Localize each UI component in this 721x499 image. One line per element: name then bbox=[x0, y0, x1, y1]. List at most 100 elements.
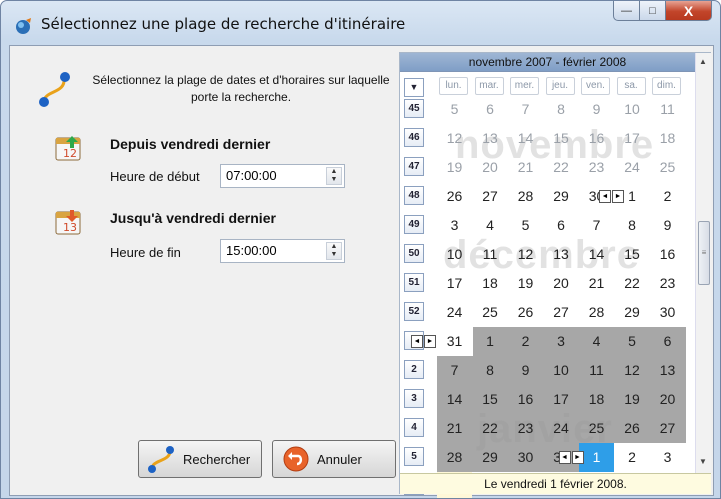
calendar-day[interactable]: 24 bbox=[544, 414, 579, 443]
prev-month-button[interactable]: ◄ bbox=[599, 190, 611, 203]
calendar-day[interactable]: 11 bbox=[579, 356, 614, 385]
week-number-button[interactable]: 4 bbox=[404, 418, 424, 437]
next-month-button[interactable]: ► bbox=[424, 335, 436, 348]
calendar-day[interactable]: 14 bbox=[437, 385, 472, 414]
calendar-day[interactable]: 13 bbox=[544, 240, 579, 269]
calendar-day[interactable]: 28 bbox=[579, 298, 614, 327]
calendar-day[interactable]: 12 bbox=[437, 124, 472, 153]
calendar-day[interactable]: 11 bbox=[473, 240, 508, 269]
next-month-button[interactable]: ► bbox=[571, 451, 584, 464]
calendar-day[interactable]: 30 bbox=[508, 443, 543, 472]
calendar-day[interactable]: 21 bbox=[579, 269, 614, 298]
week-number-button[interactable]: 48 bbox=[404, 186, 424, 205]
calendar-day[interactable]: 8 bbox=[544, 95, 579, 124]
calendar-day[interactable]: 23 bbox=[650, 269, 685, 298]
calendar-day[interactable]: 21 bbox=[437, 414, 472, 443]
calendar-day[interactable]: 15 bbox=[615, 240, 650, 269]
calendar-day[interactable]: 10 bbox=[544, 356, 579, 385]
calendar-day[interactable]: 26 bbox=[437, 182, 472, 211]
calendar-day[interactable]: 3 bbox=[437, 211, 472, 240]
calendar-day[interactable]: 20 bbox=[544, 269, 579, 298]
calendar-day[interactable]: 30 bbox=[650, 298, 685, 327]
calendar-day[interactable]: 5 bbox=[508, 211, 543, 240]
calendar-day[interactable]: 10 bbox=[437, 240, 472, 269]
week-number-button[interactable]: 47 bbox=[404, 157, 424, 176]
calendar-day[interactable]: 15 bbox=[473, 385, 508, 414]
close-button[interactable]: X bbox=[666, 1, 712, 21]
calendar-day[interactable]: 16 bbox=[508, 385, 543, 414]
week-number-button[interactable]: 49 bbox=[404, 215, 424, 234]
start-time-input[interactable]: 07:00:00 ▲ ▼ bbox=[220, 164, 345, 188]
calendar-day[interactable]: 23 bbox=[579, 153, 614, 182]
calendar-day[interactable]: 12 bbox=[508, 240, 543, 269]
prev-month-button[interactable]: ◄ bbox=[411, 335, 423, 348]
calendar-day[interactable]: 12 bbox=[615, 356, 650, 385]
week-number-button[interactable]: 51 bbox=[404, 273, 424, 292]
week-number-button[interactable]: 3 bbox=[404, 389, 424, 408]
calendar-day[interactable]: 18 bbox=[650, 124, 685, 153]
calendar-day[interactable]: 20 bbox=[473, 153, 508, 182]
calendar-day[interactable]: 26 bbox=[615, 414, 650, 443]
calendar-menu-button[interactable]: ▼ bbox=[404, 78, 424, 97]
calendar-day[interactable]: 19 bbox=[437, 153, 472, 182]
calendar-day[interactable]: 21 bbox=[508, 153, 543, 182]
title-bar[interactable]: Sélectionnez une plage de recherche d'it… bbox=[1, 1, 720, 45]
calendar-scrollbar[interactable]: ▲ ≡ ▼ bbox=[695, 53, 711, 473]
calendar-day[interactable]: 8 bbox=[615, 211, 650, 240]
calendar-day[interactable]: 14 bbox=[508, 124, 543, 153]
calendar-day[interactable]: 25 bbox=[473, 298, 508, 327]
week-number-button[interactable]: 5 bbox=[404, 447, 424, 466]
calendar-day[interactable]: 13 bbox=[650, 356, 685, 385]
calendar-day[interactable]: 22 bbox=[473, 414, 508, 443]
week-number-button[interactable]: 46 bbox=[404, 128, 424, 147]
scroll-thumb[interactable]: ≡ bbox=[698, 221, 710, 285]
week-number-button[interactable]: 50 bbox=[404, 244, 424, 263]
calendar-day[interactable]: 10 bbox=[615, 95, 650, 124]
calendar-day[interactable]: 3 bbox=[544, 327, 579, 356]
calendar-day[interactable]: 1 bbox=[579, 443, 614, 472]
calendar-day[interactable]: 27 bbox=[650, 414, 685, 443]
week-number-button[interactable]: 52 bbox=[404, 302, 424, 321]
calendar-day[interactable]: 6 bbox=[544, 211, 579, 240]
calendar-day[interactable]: 4 bbox=[579, 327, 614, 356]
calendar-day[interactable]: 19 bbox=[615, 385, 650, 414]
calendar-day[interactable]: 17 bbox=[437, 269, 472, 298]
calendar-day[interactable]: 14 bbox=[579, 240, 614, 269]
calendar-day[interactable]: 27 bbox=[473, 182, 508, 211]
next-month-button[interactable]: ► bbox=[612, 190, 624, 203]
calendar-day[interactable]: 23 bbox=[508, 414, 543, 443]
calendar-day[interactable]: 29 bbox=[615, 298, 650, 327]
calendar-day[interactable]: 9 bbox=[508, 356, 543, 385]
calendar-day[interactable]: 24 bbox=[437, 298, 472, 327]
calendar-day[interactable]: 7 bbox=[508, 95, 543, 124]
week-number-button[interactable]: 2 bbox=[404, 360, 424, 379]
calendar-day[interactable]: 15 bbox=[544, 124, 579, 153]
calendar-day[interactable]: 18 bbox=[473, 269, 508, 298]
calendar-day[interactable]: 2 bbox=[508, 327, 543, 356]
calendar-day[interactable]: 9 bbox=[650, 211, 685, 240]
calendar-day[interactable]: 1 bbox=[473, 327, 508, 356]
calendar-day[interactable]: 19 bbox=[508, 269, 543, 298]
start-time-spinner[interactable]: ▲ ▼ bbox=[326, 167, 342, 185]
calendar-day[interactable]: 16 bbox=[579, 124, 614, 153]
calendar-day[interactable]: 25 bbox=[650, 153, 685, 182]
calendar-day[interactable]: 5 bbox=[437, 95, 472, 124]
scroll-up-arrow[interactable]: ▲ bbox=[699, 57, 707, 66]
minimize-button[interactable]: — bbox=[613, 1, 640, 21]
calendar-day[interactable]: 2 bbox=[650, 182, 685, 211]
calendar-day[interactable]: 16 bbox=[650, 240, 685, 269]
calendar-day[interactable]: 2 bbox=[615, 443, 650, 472]
search-button[interactable]: Rechercher bbox=[138, 440, 262, 478]
calendar-day[interactable]: 13 bbox=[473, 124, 508, 153]
calendar-day[interactable]: 28 bbox=[508, 182, 543, 211]
calendar-day[interactable]: 20 bbox=[650, 385, 685, 414]
scroll-down-arrow[interactable]: ▼ bbox=[699, 457, 707, 466]
end-time-input[interactable]: 15:00:00 ▲ ▼ bbox=[220, 239, 345, 263]
calendar-day[interactable]: 4 bbox=[473, 211, 508, 240]
calendar-day[interactable]: 22 bbox=[615, 269, 650, 298]
calendar-day[interactable]: 11 bbox=[650, 95, 685, 124]
calendar-day[interactable]: 26 bbox=[508, 298, 543, 327]
calendar-day[interactable]: 27 bbox=[544, 298, 579, 327]
calendar-day[interactable]: 5 bbox=[615, 327, 650, 356]
calendar-day[interactable]: 17 bbox=[544, 385, 579, 414]
